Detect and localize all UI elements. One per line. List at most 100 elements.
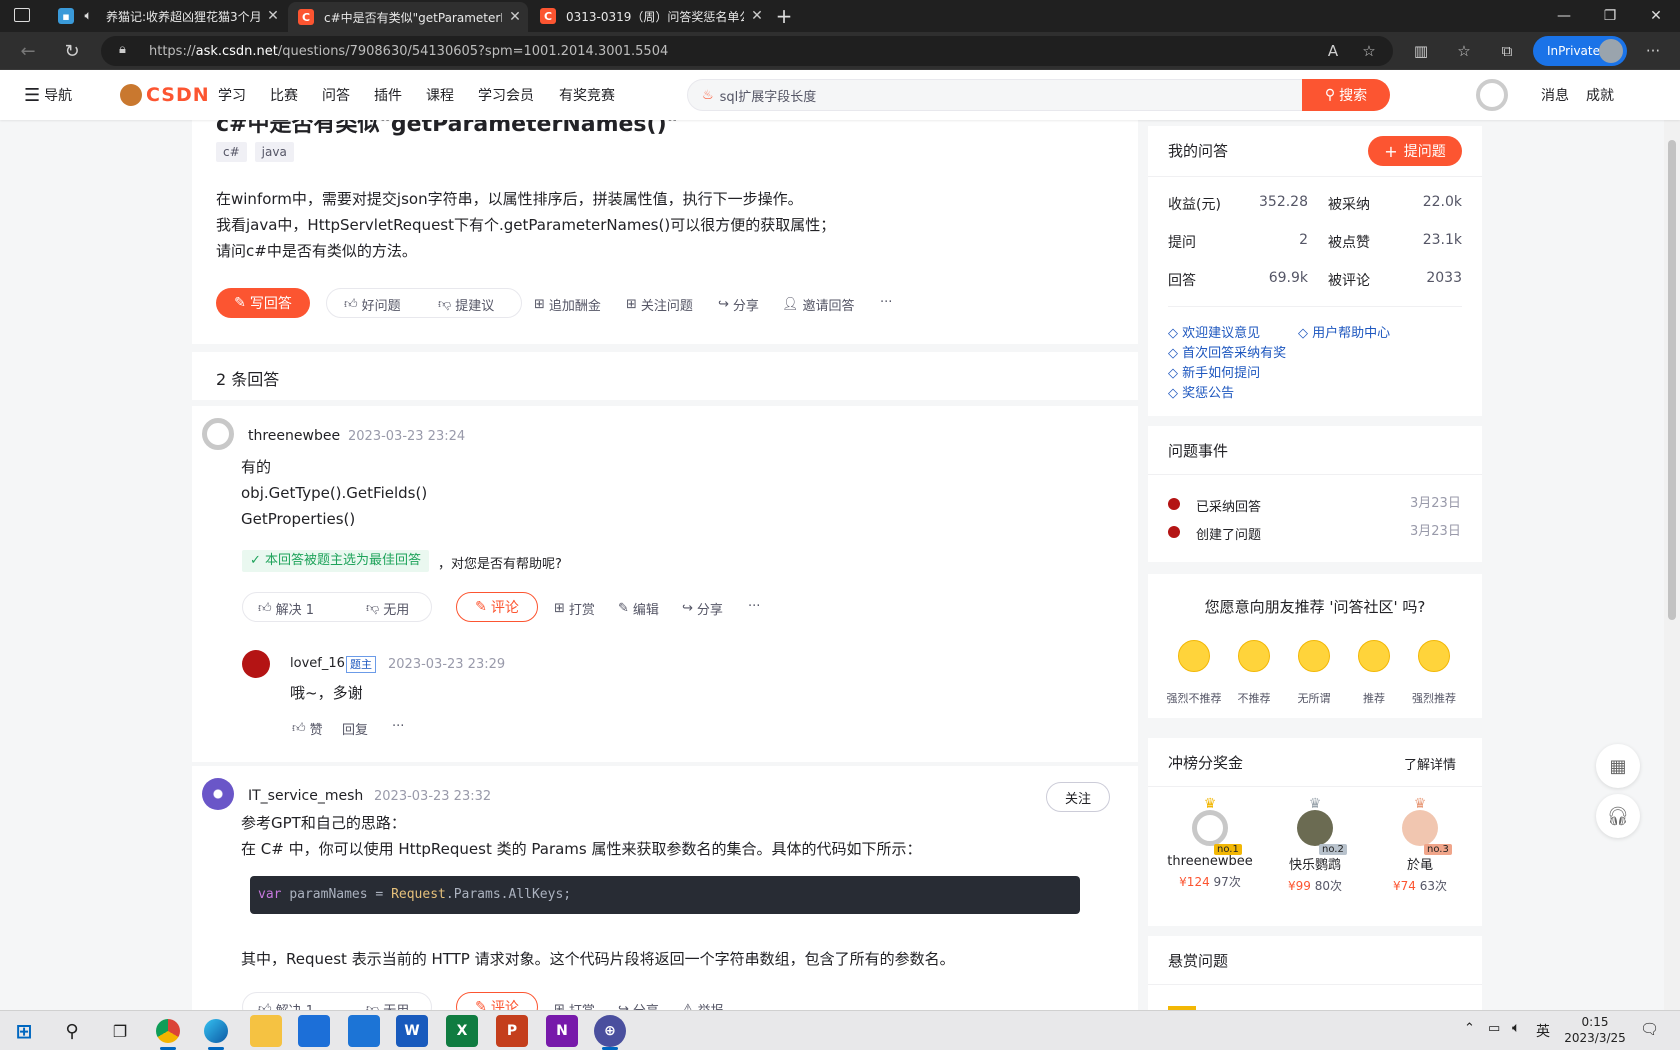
help-link-suggestions[interactable]: ◇ 欢迎建议意见 — [1168, 322, 1260, 341]
share-question-button[interactable]: ↪ 分享 — [718, 295, 759, 314]
tab-close-icon[interactable]: ✕ — [744, 8, 770, 24]
very-angry-emoji-icon[interactable] — [1178, 640, 1210, 672]
back-icon[interactable]: ← — [14, 38, 42, 64]
task-view-icon[interactable]: ❐ — [104, 1015, 136, 1047]
reply-button[interactable]: 回复 — [342, 719, 368, 738]
favorites-icon[interactable]: ☆ — [1454, 41, 1474, 61]
leaderboard-more-link[interactable]: 了解详情 — [1404, 754, 1456, 773]
invite-answer-button[interactable]: 👤︎ 邀请回答 — [782, 295, 855, 314]
volume-icon[interactable]: 🔈︎ — [1512, 1020, 1520, 1036]
smile-emoji-icon[interactable] — [1358, 640, 1390, 672]
comment-more-icon[interactable]: ··· — [392, 719, 404, 734]
answer-username[interactable]: IT_service_mesh — [248, 788, 363, 804]
help-link-how-to-ask[interactable]: ◇ 新手如何提问 — [1168, 362, 1260, 381]
excel-icon[interactable]: X — [446, 1015, 478, 1047]
file-explorer-icon[interactable] — [250, 1015, 282, 1047]
leader-item[interactable]: ♛ no.3 於黾 ¥74 63次 — [1370, 797, 1470, 894]
add-bounty-button[interactable]: ⊞ 追加酬金 — [534, 295, 601, 314]
tab-actions-icon[interactable] — [14, 8, 30, 22]
edge-icon[interactable] — [200, 1015, 232, 1050]
solve-button[interactable]: 👍︎解决 1 — [258, 599, 314, 618]
nav-link-prize-contest[interactable]: 有奖竞赛 — [559, 70, 615, 120]
tab-close-icon[interactable]: ✕ — [260, 8, 286, 24]
onenote-icon[interactable]: N — [546, 1015, 578, 1047]
answer-more-icon[interactable]: ··· — [748, 599, 760, 614]
help-link-announcement[interactable]: ◇ 奖惩公告 — [1168, 382, 1234, 401]
help-link-first-answer[interactable]: ◇ 首次回答采纳有奖 — [1168, 342, 1286, 361]
nav-link-qa[interactable]: 问答 — [322, 70, 350, 120]
customer-service-button[interactable]: 🎧︎ — [1596, 794, 1640, 838]
edit-button[interactable]: ✎ 编辑 — [618, 599, 659, 618]
ask-question-button[interactable]: + 提问题 — [1368, 136, 1462, 166]
tab-csdn-ranking[interactable]: C 0313-0319（周）问答奖惩名单公 ✕ — [530, 0, 770, 32]
clock[interactable]: 0:15 2023/3/25 — [1560, 1014, 1630, 1046]
restore-icon[interactable]: ❐ — [1587, 0, 1633, 32]
answer-avatar[interactable] — [202, 418, 234, 450]
search-icon[interactable]: ⚲ — [56, 1015, 88, 1047]
laugh-emoji-icon[interactable] — [1418, 640, 1450, 672]
nav-link-plugin[interactable]: 插件 — [374, 70, 402, 120]
neutral-emoji-icon[interactable] — [1298, 640, 1330, 672]
refresh-icon[interactable]: ↻ — [58, 38, 86, 64]
useless-button[interactable]: 👎︎无用 — [366, 599, 409, 618]
notification-icon[interactable]: 🗨︎ — [1640, 1020, 1659, 1038]
read-aloud-icon[interactable]: A — [1323, 41, 1343, 61]
achievements-link[interactable]: 成就 — [1586, 70, 1614, 120]
csdn-logo[interactable]: CSDN — [120, 70, 210, 120]
answer-username[interactable]: threenewbee — [248, 428, 340, 444]
tab-close-icon[interactable]: ✕ — [502, 9, 528, 25]
add-favorite-icon[interactable]: ☆ — [1359, 41, 1379, 61]
tag-java[interactable]: java — [254, 142, 294, 162]
help-link-center[interactable]: ◇ 用户帮助中心 — [1298, 322, 1390, 341]
share-answer-button[interactable]: ↪分享 — [682, 599, 723, 618]
good-question-button[interactable]: 👍︎ 好问题 — [344, 295, 401, 314]
nav-menu-button[interactable]: ☰ 导航 — [24, 70, 72, 120]
write-answer-button[interactable]: ✎ 写回答 — [216, 288, 310, 318]
split-screen-icon[interactable]: ▥ — [1411, 41, 1431, 61]
unhappy-emoji-icon[interactable] — [1238, 640, 1270, 672]
nav-link-study[interactable]: 学习 — [218, 70, 246, 120]
collections-icon[interactable]: ⧉ — [1497, 41, 1517, 61]
inprivate-button[interactable]: InPrivate — [1533, 36, 1627, 66]
tip-button[interactable]: ⊞打赏 — [554, 599, 595, 618]
mail-icon[interactable] — [348, 1015, 380, 1047]
windows-start-icon[interactable]: ⊞ — [8, 1015, 40, 1047]
user-avatar[interactable] — [1476, 79, 1508, 111]
word-icon[interactable]: W — [396, 1015, 428, 1047]
new-tab-icon[interactable]: + — [772, 4, 796, 28]
nav-link-contest[interactable]: 比赛 — [270, 70, 298, 120]
messages-link[interactable]: 消息 — [1541, 70, 1569, 120]
comment-username[interactable]: lovef_16 — [290, 656, 345, 671]
comment-avatar[interactable] — [242, 650, 270, 678]
ime-indicator[interactable]: 英 — [1536, 1021, 1550, 1041]
settings-more-icon[interactable]: ··· — [1643, 41, 1663, 61]
url-field[interactable]: 🔒︎ https://ask.csdn.net/questions/790863… — [101, 36, 1393, 66]
tab-csdn-question[interactable]: C c#中是否有类似"getParameterNa ✕ — [288, 2, 528, 32]
like-button[interactable]: 👍︎ 赞 — [292, 719, 323, 738]
qr-code-button[interactable]: ▦ — [1596, 744, 1640, 788]
tab-cat-diary[interactable]: ▪ 🔈︎ 养猫记:收养超凶狸花猫3个月 ✕ — [48, 0, 286, 32]
show-hidden-icons[interactable]: ⌃ — [1464, 1021, 1475, 1036]
leader-item[interactable]: ♛ no.1 threenewbee ¥124 97次 — [1160, 797, 1260, 890]
answer-avatar[interactable] — [202, 778, 234, 810]
comment-button[interactable]: ✎ 评论 — [456, 592, 538, 622]
scrollbar-thumb[interactable] — [1668, 140, 1676, 620]
store-icon[interactable] — [298, 1015, 330, 1047]
search-input[interactable]: ♨ sql扩展字段长度 — [687, 79, 1303, 111]
app-icon[interactable]: ⊕ — [594, 1015, 626, 1050]
search-button[interactable]: ⚲ 搜索 — [1302, 79, 1390, 111]
nav-link-course[interactable]: 课程 — [426, 70, 454, 120]
chrome-icon[interactable] — [152, 1015, 184, 1050]
tag-csharp[interactable]: c# — [216, 142, 247, 162]
close-window-icon[interactable]: ✕ — [1633, 0, 1679, 32]
nav-link-vip[interactable]: 学习会员 — [478, 70, 534, 120]
network-icon[interactable]: ▭ — [1488, 1021, 1500, 1036]
suggest-button[interactable]: 👎︎ 提建议 — [438, 295, 494, 314]
leader-item[interactable]: ♛ no.2 快乐鹦鹉 ¥99 80次 — [1265, 797, 1365, 894]
minimize-icon[interactable]: — — [1541, 0, 1587, 32]
follow-question-button[interactable]: ⊞ 关注问题 — [626, 295, 693, 314]
follow-user-button[interactable]: 关注 — [1046, 782, 1110, 812]
more-actions-icon[interactable]: ··· — [880, 295, 892, 310]
powerpoint-icon[interactable]: P — [496, 1015, 528, 1047]
page-scrollbar[interactable] — [1664, 70, 1680, 1010]
